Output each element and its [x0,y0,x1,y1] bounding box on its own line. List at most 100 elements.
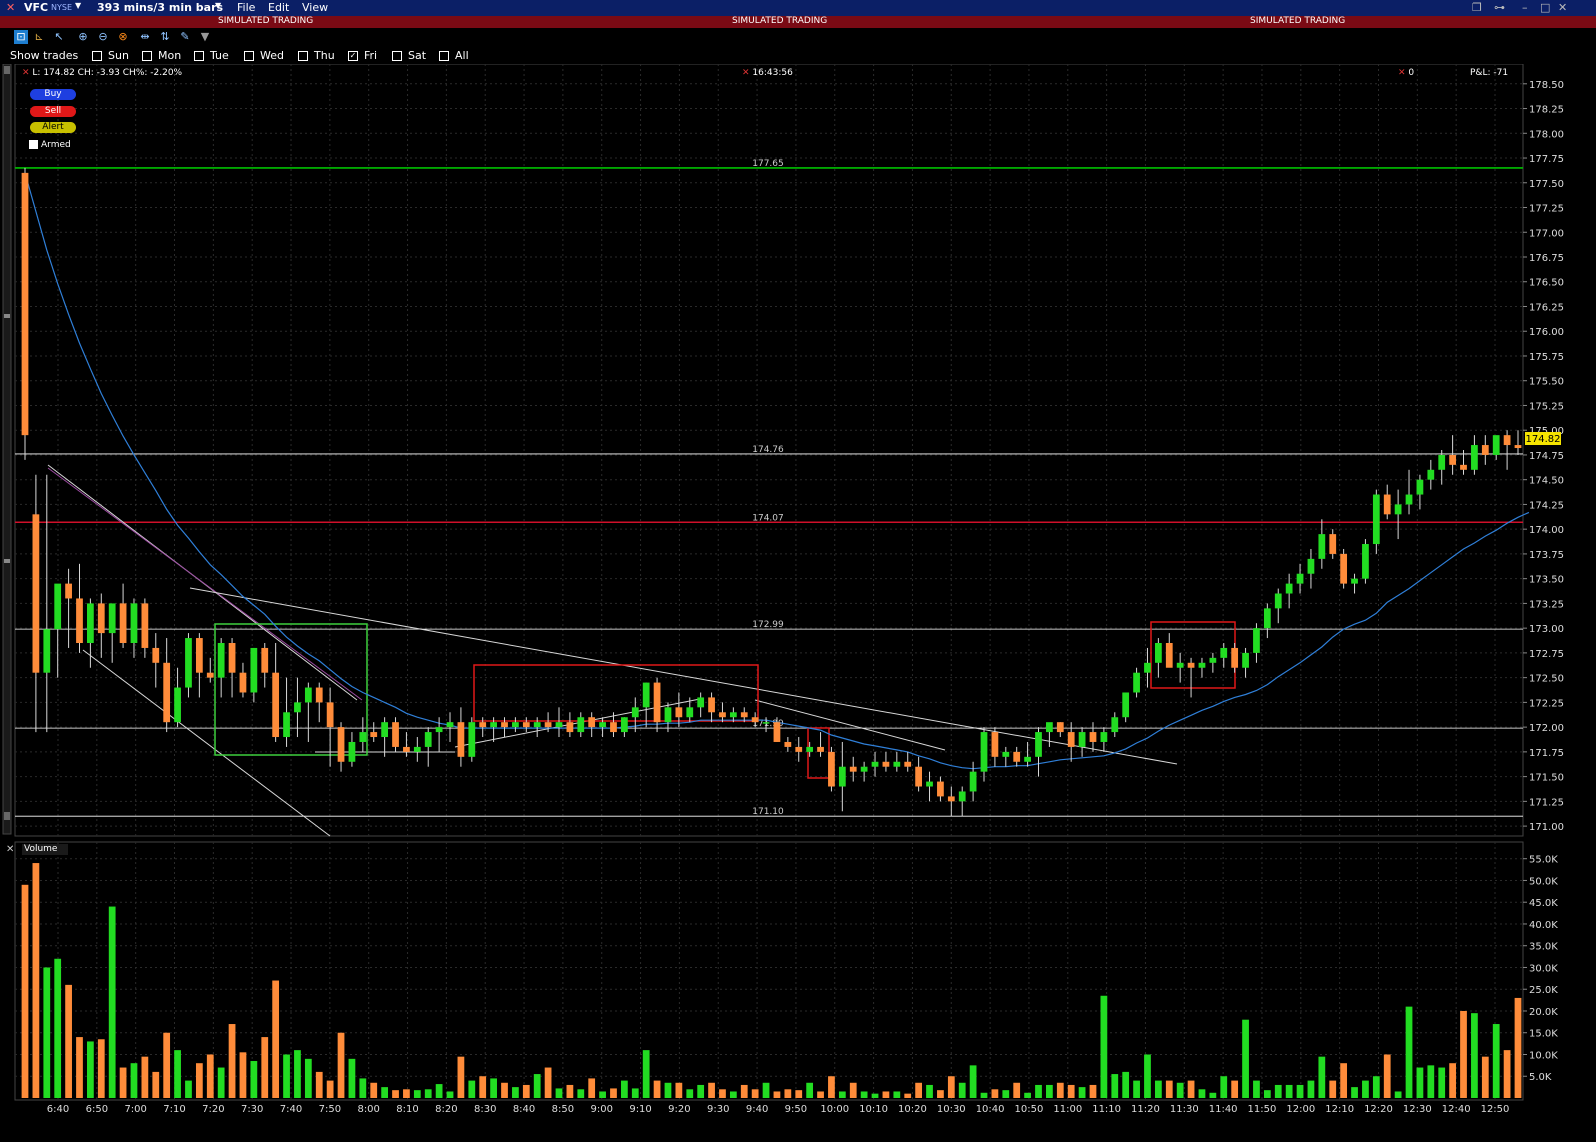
volume-bar[interactable] [239,1052,247,1098]
volume-bar[interactable] [457,1056,465,1098]
volume-bar[interactable] [817,1091,824,1098]
volume-bar[interactable] [729,1091,737,1098]
volume-bar[interactable] [304,1058,312,1098]
volume-bar[interactable] [1078,1087,1086,1098]
volume-bar[interactable] [1263,1090,1271,1098]
volume-bar[interactable] [1362,1080,1369,1098]
volume-bar[interactable] [969,1065,977,1098]
volume-bar[interactable] [1351,1087,1358,1098]
volume-bar[interactable] [141,1056,149,1098]
volume-bar[interactable] [490,1078,497,1098]
zoom-in-icon[interactable]: ⊕ [76,30,90,44]
volume-bar[interactable] [272,980,280,1098]
volume-bar[interactable] [43,967,51,1098]
volume-bar[interactable] [958,1082,966,1098]
volume-bar[interactable] [424,1089,432,1098]
volume-bar[interactable] [849,1082,857,1098]
volume-bar[interactable] [1394,1091,1402,1098]
volume-bar[interactable] [588,1078,596,1098]
volume-bar[interactable] [1481,1056,1489,1098]
volume-bar[interactable] [915,1082,922,1098]
symbol-dropdown-icon[interactable]: ▼ [75,1,81,10]
volume-bar[interactable] [1274,1084,1282,1098]
volume-bar[interactable] [1035,1084,1042,1098]
window-copy-icon[interactable]: ❐ [1472,1,1482,14]
volume-bar[interactable] [21,884,29,1098]
quote-close-icon[interactable]: ✕ [22,68,30,78]
volume-bar[interactable] [1405,1006,1413,1098]
checkbox-sat[interactable] [392,51,402,61]
volume-bar[interactable] [185,1080,192,1098]
volume-bar[interactable] [76,1037,83,1098]
volume-bar[interactable] [555,1088,563,1098]
volume-bar[interactable] [1514,997,1522,1098]
volume-close-icon[interactable]: ✕ [6,844,14,855]
draw-tools-icon[interactable]: ✎ [178,30,192,44]
volume-bar[interactable] [1416,1067,1424,1098]
volume-bar[interactable] [653,1080,661,1098]
volume-bar[interactable] [1242,1019,1249,1098]
candle[interactable] [828,746,835,792]
volume-bar[interactable] [904,1093,912,1098]
volume-bar[interactable] [337,1032,345,1098]
volume-bar[interactable] [719,1089,726,1098]
volume-bar[interactable] [1111,1074,1119,1098]
volume-bar[interactable] [1438,1067,1446,1098]
volume-bar[interactable] [108,906,116,1098]
volume-bar[interactable] [359,1078,367,1098]
volume-bar[interactable] [1329,1080,1337,1098]
volume-bar[interactable] [806,1082,814,1098]
window-maximize-icon[interactable]: □ [1540,1,1550,14]
volume-bar[interactable] [446,1091,454,1098]
candle[interactable] [1362,539,1369,584]
volume-bar[interactable] [65,984,72,1098]
volume-bar[interactable] [577,1089,585,1098]
volume-bar[interactable] [871,1093,879,1098]
volume-bar[interactable] [1296,1084,1304,1098]
volume-bar[interactable] [195,1063,203,1098]
position-close-icon[interactable]: ✕ [1398,68,1406,78]
checkbox-thu[interactable] [298,51,308,61]
volume-bar[interactable] [348,1058,356,1098]
volume-bar[interactable] [697,1084,705,1098]
volume-bar[interactable] [228,1024,236,1098]
volume-bar[interactable] [468,1080,476,1098]
volume-bar[interactable] [294,1050,301,1098]
pan-icon[interactable]: ⇹ [138,30,152,44]
volume-bar[interactable] [1220,1076,1228,1098]
volume-bar[interactable] [1154,1080,1162,1098]
volume-bar[interactable] [1209,1092,1217,1098]
menu-view[interactable]: View [302,1,328,14]
timeframe-dropdown-icon[interactable]: ▼ [215,1,221,10]
volume-bar[interactable] [893,1091,901,1098]
chart-type-icon[interactable]: ⊡ [14,30,28,44]
volume-bar[interactable] [501,1082,508,1098]
volume-bar[interactable] [1198,1089,1206,1098]
volume-bar[interactable] [675,1082,683,1098]
checkbox-all[interactable] [439,51,449,61]
volume-bar[interactable] [1503,1050,1511,1098]
toolbar-dropdown-icon[interactable]: ▼ [198,30,212,44]
volume-bar[interactable] [392,1090,399,1098]
volume-bar[interactable] [403,1089,410,1098]
volume-bar[interactable] [1187,1080,1195,1098]
volume-bar[interactable] [1449,1063,1456,1098]
volume-bar[interactable] [1307,1080,1315,1098]
candle[interactable] [21,167,29,460]
alert-button[interactable]: Alert [30,122,76,133]
volume-bar[interactable] [1100,995,1108,1098]
sell-button[interactable]: Sell [30,106,76,117]
window-close-icon[interactable]: ✕ [6,1,15,14]
volume-bar[interactable] [130,1063,138,1098]
volume-bar[interactable] [174,1050,181,1098]
volume-bar[interactable] [32,863,40,1098]
volume-bar[interactable] [937,1090,944,1098]
symbol-label[interactable]: VFC [24,1,48,14]
volume-bar[interactable] [980,1092,988,1098]
volume-bar[interactable] [621,1080,628,1098]
volume-bar[interactable] [1024,1092,1031,1098]
price-chart[interactable]: 177.65174.76174.07172.99171.99171.10 178… [0,64,1596,839]
window-close-button[interactable]: ✕ [1558,1,1567,14]
volume-bar[interactable] [631,1088,639,1098]
pointer-icon[interactable]: ↖ [52,30,66,44]
